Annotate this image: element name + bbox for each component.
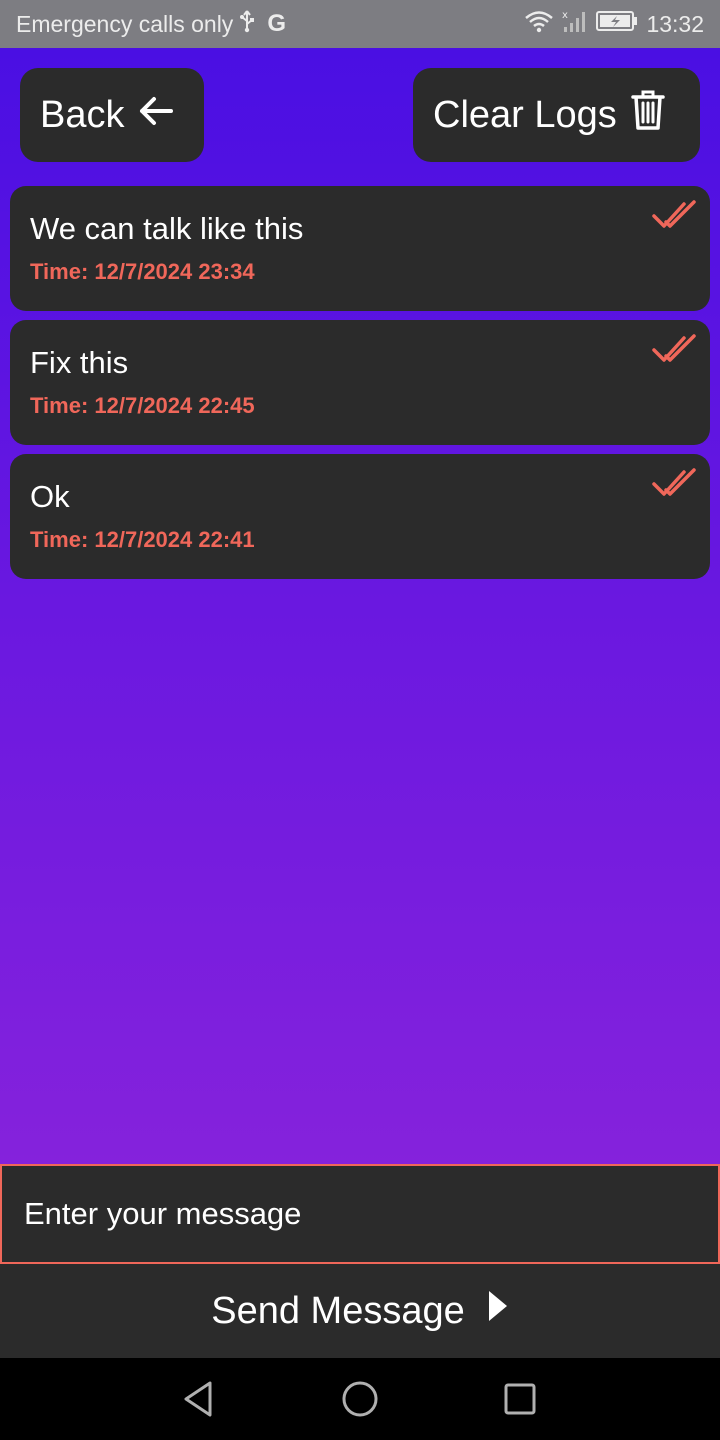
signal-icon: x [562, 9, 588, 39]
battery-charging-icon [596, 10, 638, 38]
back-button[interactable]: Back [20, 68, 204, 162]
message-card[interactable]: We can talk like this Time: 12/7/2024 23… [10, 186, 710, 311]
system-nav-bar [0, 1358, 720, 1440]
message-text: Fix this [30, 345, 129, 380]
google-g-icon: G [267, 10, 286, 37]
carrier-text: Emergency calls only [16, 10, 234, 37]
message-card[interactable]: Fix this Time: 12/7/2024 22:45 [10, 320, 710, 445]
clear-logs-button[interactable]: Clear Logs [413, 68, 700, 162]
message-text: We can talk like this [30, 211, 304, 246]
message-card[interactable]: Ok Time: 12/7/2024 22:41 [10, 454, 710, 579]
status-left: Emergency calls only G [16, 9, 286, 39]
message-time: Time: 12/7/2024 22:41 [30, 527, 255, 552]
message-input[interactable] [22, 1195, 698, 1233]
arrow-left-icon [138, 94, 174, 137]
nav-recents-icon[interactable] [500, 1379, 540, 1419]
nav-home-icon[interactable] [340, 1379, 380, 1419]
clear-logs-label: Clear Logs [433, 93, 617, 136]
status-time: 13:32 [646, 10, 704, 37]
message-text: Ok [30, 479, 70, 514]
app-content: Back Clear Logs We can talk like this Ti… [0, 48, 720, 1164]
svg-text:x: x [562, 10, 568, 21]
double-check-icon [652, 200, 696, 228]
send-message-button[interactable]: Send Message [0, 1264, 720, 1358]
message-time: Time: 12/7/2024 23:34 [30, 259, 255, 284]
status-bar: Emergency calls only G x 13:32 [0, 0, 720, 48]
wifi-icon [524, 9, 554, 39]
status-right: x 13:32 [524, 9, 704, 39]
usb-icon [239, 9, 255, 39]
message-time: Time: 12/7/2024 22:45 [30, 393, 255, 418]
play-arrow-icon [487, 1289, 509, 1333]
double-check-icon [652, 468, 696, 496]
message-input-container [0, 1164, 720, 1264]
send-message-label: Send Message [211, 1289, 465, 1332]
trash-icon [631, 89, 665, 141]
nav-back-icon[interactable] [180, 1379, 220, 1419]
back-label: Back [40, 93, 125, 136]
double-check-icon [652, 334, 696, 362]
message-list: We can talk like this Time: 12/7/2024 23… [10, 186, 710, 588]
